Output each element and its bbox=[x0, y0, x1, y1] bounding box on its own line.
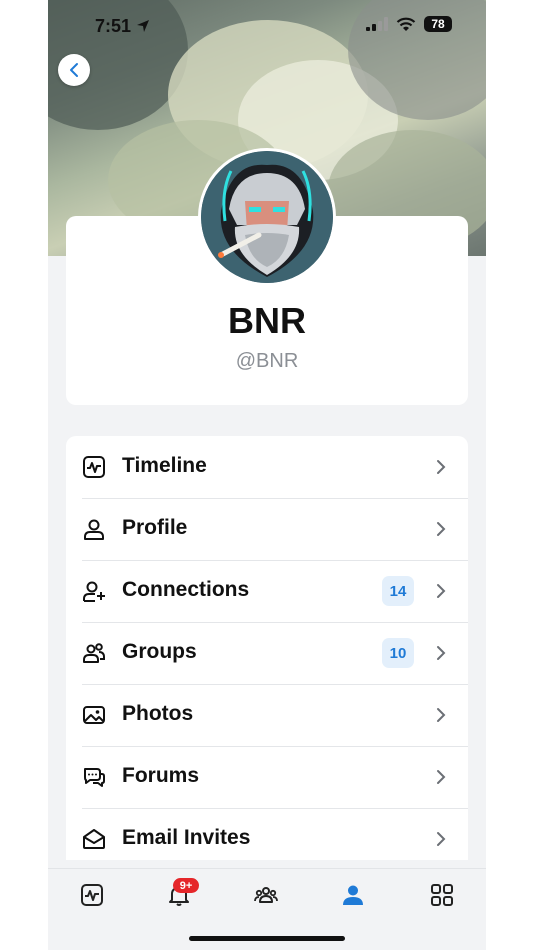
notifications-badge: 9+ bbox=[173, 878, 199, 893]
activity-tab-icon[interactable] bbox=[80, 883, 104, 907]
activity-icon bbox=[83, 456, 105, 478]
profile-display-name: BNR bbox=[228, 300, 306, 341]
image-icon bbox=[83, 706, 105, 724]
menu-item-groups[interactable]: Groups 10 bbox=[66, 622, 468, 684]
status-bar: 7:51 78 bbox=[48, 0, 486, 50]
profile-username: @BNR bbox=[235, 350, 299, 372]
menu-item-label: Profile bbox=[122, 516, 188, 539]
menu-item-label: Photos bbox=[122, 702, 194, 725]
menu-item-label: Forums bbox=[122, 764, 200, 787]
chevron-right-icon bbox=[437, 646, 446, 660]
menu-item-label: Email Invites bbox=[122, 826, 251, 849]
location-arrow-icon bbox=[137, 20, 149, 32]
chevron-right-icon bbox=[437, 770, 446, 784]
app-screen: 7:51 78 BNR @BNR Timeline Profile Connec… bbox=[48, 0, 486, 950]
back-button[interactable] bbox=[58, 54, 90, 86]
chevron-right-icon bbox=[437, 522, 446, 536]
connections-count-badge: 14 bbox=[382, 576, 414, 606]
profile-tab-icon[interactable] bbox=[341, 883, 365, 907]
chevron-right-icon bbox=[437, 460, 446, 474]
chevron-right-icon bbox=[437, 832, 446, 846]
chevron-right-icon bbox=[437, 708, 446, 722]
status-time: 7:51 bbox=[95, 16, 132, 36]
groups-count-badge: 10 bbox=[382, 638, 414, 668]
avatar[interactable] bbox=[198, 148, 336, 286]
menu-item-forums[interactable]: Forums bbox=[66, 746, 468, 808]
user-plus-icon bbox=[83, 581, 105, 602]
wifi-icon bbox=[396, 17, 416, 31]
menu-item-profile[interactable]: Profile bbox=[66, 498, 468, 560]
menu-item-label: Timeline bbox=[122, 454, 207, 477]
grid-tab-icon[interactable] bbox=[430, 883, 454, 907]
users-icon bbox=[83, 643, 105, 663]
home-indicator bbox=[189, 936, 345, 941]
battery-indicator: 78 bbox=[424, 16, 452, 32]
menu-item-label: Groups bbox=[122, 640, 197, 663]
profile-menu: Timeline Profile Connections 14 Groups 1… bbox=[66, 436, 468, 860]
chevron-right-icon bbox=[437, 584, 446, 598]
menu-item-connections[interactable]: Connections 14 bbox=[66, 560, 468, 622]
menu-item-timeline[interactable]: Timeline bbox=[66, 436, 468, 498]
chat-bubbles-icon bbox=[84, 768, 105, 787]
chevron-left-icon bbox=[70, 63, 78, 77]
menu-item-label: Connections bbox=[122, 578, 250, 601]
groups-tab-icon[interactable] bbox=[254, 883, 278, 907]
avatar-wizard-illustration bbox=[201, 151, 333, 283]
cellular-signal-icon bbox=[366, 17, 388, 31]
user-icon bbox=[84, 519, 104, 540]
envelope-open-icon bbox=[83, 829, 105, 849]
menu-item-photos[interactable]: Photos bbox=[66, 684, 468, 746]
menu-item-email-invites[interactable]: Email Invites bbox=[66, 808, 468, 860]
